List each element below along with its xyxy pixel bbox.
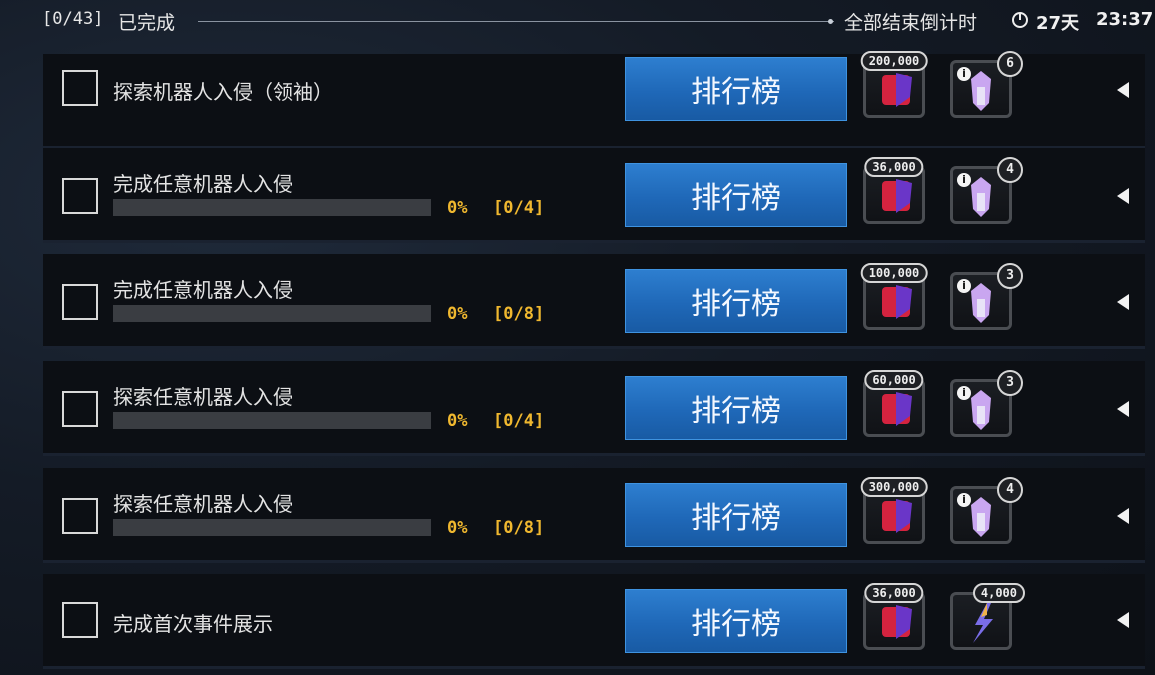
reward-slot[interactable]: 36,000 — [863, 583, 925, 650]
task-title: 完成任意机器人入侵 — [113, 172, 293, 196]
expand-arrow-icon[interactable] — [1117, 188, 1129, 204]
task-row: 探索机器人入侵（领袖） 排行榜 200,000 i 6 — [43, 51, 1145, 149]
leaderboard-button[interactable]: 排行榜 — [625, 483, 847, 547]
leaderboard-button[interactable]: 排行榜 — [625, 376, 847, 440]
reward-count: 4 — [997, 157, 1023, 183]
header-divider — [198, 21, 834, 22]
reward-amount: 300,000 — [860, 477, 928, 497]
reward-slot[interactable]: 36,000 — [863, 157, 925, 224]
leaderboard-button[interactable]: 排行榜 — [625, 269, 847, 333]
progress-percent: 0% — [447, 198, 468, 218]
reward-count: 3 — [997, 370, 1023, 396]
reward-slot[interactable]: 60,000 — [863, 370, 925, 437]
task-title: 探索任意机器人入侵 — [113, 385, 293, 409]
task-title: 探索任意机器人入侵 — [113, 492, 293, 516]
task-checkbox[interactable] — [62, 70, 98, 106]
countdown-time: 23:37 — [1096, 9, 1154, 30]
task-checkbox[interactable] — [62, 391, 98, 427]
reward-slot[interactable]: 300,000 — [860, 477, 928, 544]
reward-slot[interactable]: 4,000 — [950, 583, 1025, 650]
reward-slot[interactable]: i 3 — [950, 370, 1023, 437]
progress-percent: 0% — [447, 304, 468, 324]
countdown-days: 27天 — [1036, 13, 1080, 34]
info-icon[interactable]: i — [957, 493, 971, 507]
progress-bar — [113, 412, 431, 429]
task-checkbox[interactable] — [62, 178, 98, 214]
reward-slot[interactable]: 100,000 — [860, 263, 928, 330]
expand-arrow-icon[interactable] — [1117, 82, 1129, 98]
progress-fraction: [0/4] — [493, 411, 545, 431]
progress-bar — [113, 199, 431, 216]
reward-count: 6 — [997, 51, 1023, 77]
reward-slot[interactable]: 200,000 — [860, 51, 928, 118]
task-row: 探索任意机器人入侵 0% [0/8] 排行榜 300,000 i 4 — [43, 468, 1145, 563]
expand-arrow-icon[interactable] — [1117, 401, 1129, 417]
reward-amount: 4,000 — [972, 583, 1025, 603]
info-icon[interactable]: i — [957, 279, 971, 293]
progress-percent: 0% — [447, 411, 468, 431]
expand-arrow-icon[interactable] — [1117, 294, 1129, 310]
reward-amount: 60,000 — [864, 370, 924, 390]
reward-slot[interactable]: i 4 — [950, 157, 1023, 224]
expand-arrow-icon[interactable] — [1117, 508, 1129, 524]
progress-fraction: [0/8] — [493, 304, 545, 324]
task-title: 完成任意机器人入侵 — [113, 278, 293, 302]
reward-amount: 200,000 — [860, 51, 928, 71]
divider-dot — [828, 19, 833, 24]
end-countdown-label: 全部结束倒计时 — [844, 12, 978, 34]
completed-label: 已完成 — [118, 12, 176, 34]
progress-fraction: [0/4] — [493, 198, 545, 218]
reward-amount: 100,000 — [860, 263, 928, 283]
progress-bar — [113, 305, 431, 322]
task-checkbox[interactable] — [62, 602, 98, 638]
progress-percent: 0% — [447, 518, 468, 538]
reward-slot[interactable]: i 6 — [950, 51, 1023, 118]
reward-slot[interactable]: i 4 — [950, 477, 1023, 544]
task-row: 完成任意机器人入侵 0% [0/4] 排行榜 36,000 i 4 — [43, 148, 1145, 243]
task-row: 完成任意机器人入侵 0% [0/8] 排行榜 100,000 i 3 — [43, 254, 1145, 349]
clock-icon — [1012, 12, 1028, 28]
reward-count: 4 — [997, 477, 1023, 503]
leaderboard-button[interactable]: 排行榜 — [625, 57, 847, 121]
task-title: 探索机器人入侵（领袖） — [113, 80, 333, 104]
progress-fraction: [0/8] — [493, 518, 545, 538]
info-icon[interactable]: i — [957, 67, 971, 81]
info-icon[interactable]: i — [957, 173, 971, 187]
task-checkbox[interactable] — [62, 498, 98, 534]
leaderboard-button[interactable]: 排行榜 — [625, 589, 847, 653]
completed-count: [0/43] — [42, 9, 104, 29]
task-title: 完成首次事件展示 — [113, 612, 273, 636]
info-icon[interactable]: i — [957, 386, 971, 400]
reward-count: 3 — [997, 263, 1023, 289]
task-checkbox[interactable] — [62, 284, 98, 320]
reward-amount: 36,000 — [864, 583, 924, 603]
reward-amount: 36,000 — [864, 157, 924, 177]
header: [0/43] 已完成 全部结束倒计时 27天 23:37 — [0, 0, 1155, 44]
progress-bar — [113, 519, 431, 536]
leaderboard-button[interactable]: 排行榜 — [625, 163, 847, 227]
task-row: 完成首次事件展示 排行榜 36,000 4,000 — [43, 574, 1145, 669]
reward-slot[interactable]: i 3 — [950, 263, 1023, 330]
task-row: 探索任意机器人入侵 0% [0/4] 排行榜 60,000 i 3 — [43, 361, 1145, 456]
expand-arrow-icon[interactable] — [1117, 612, 1129, 628]
